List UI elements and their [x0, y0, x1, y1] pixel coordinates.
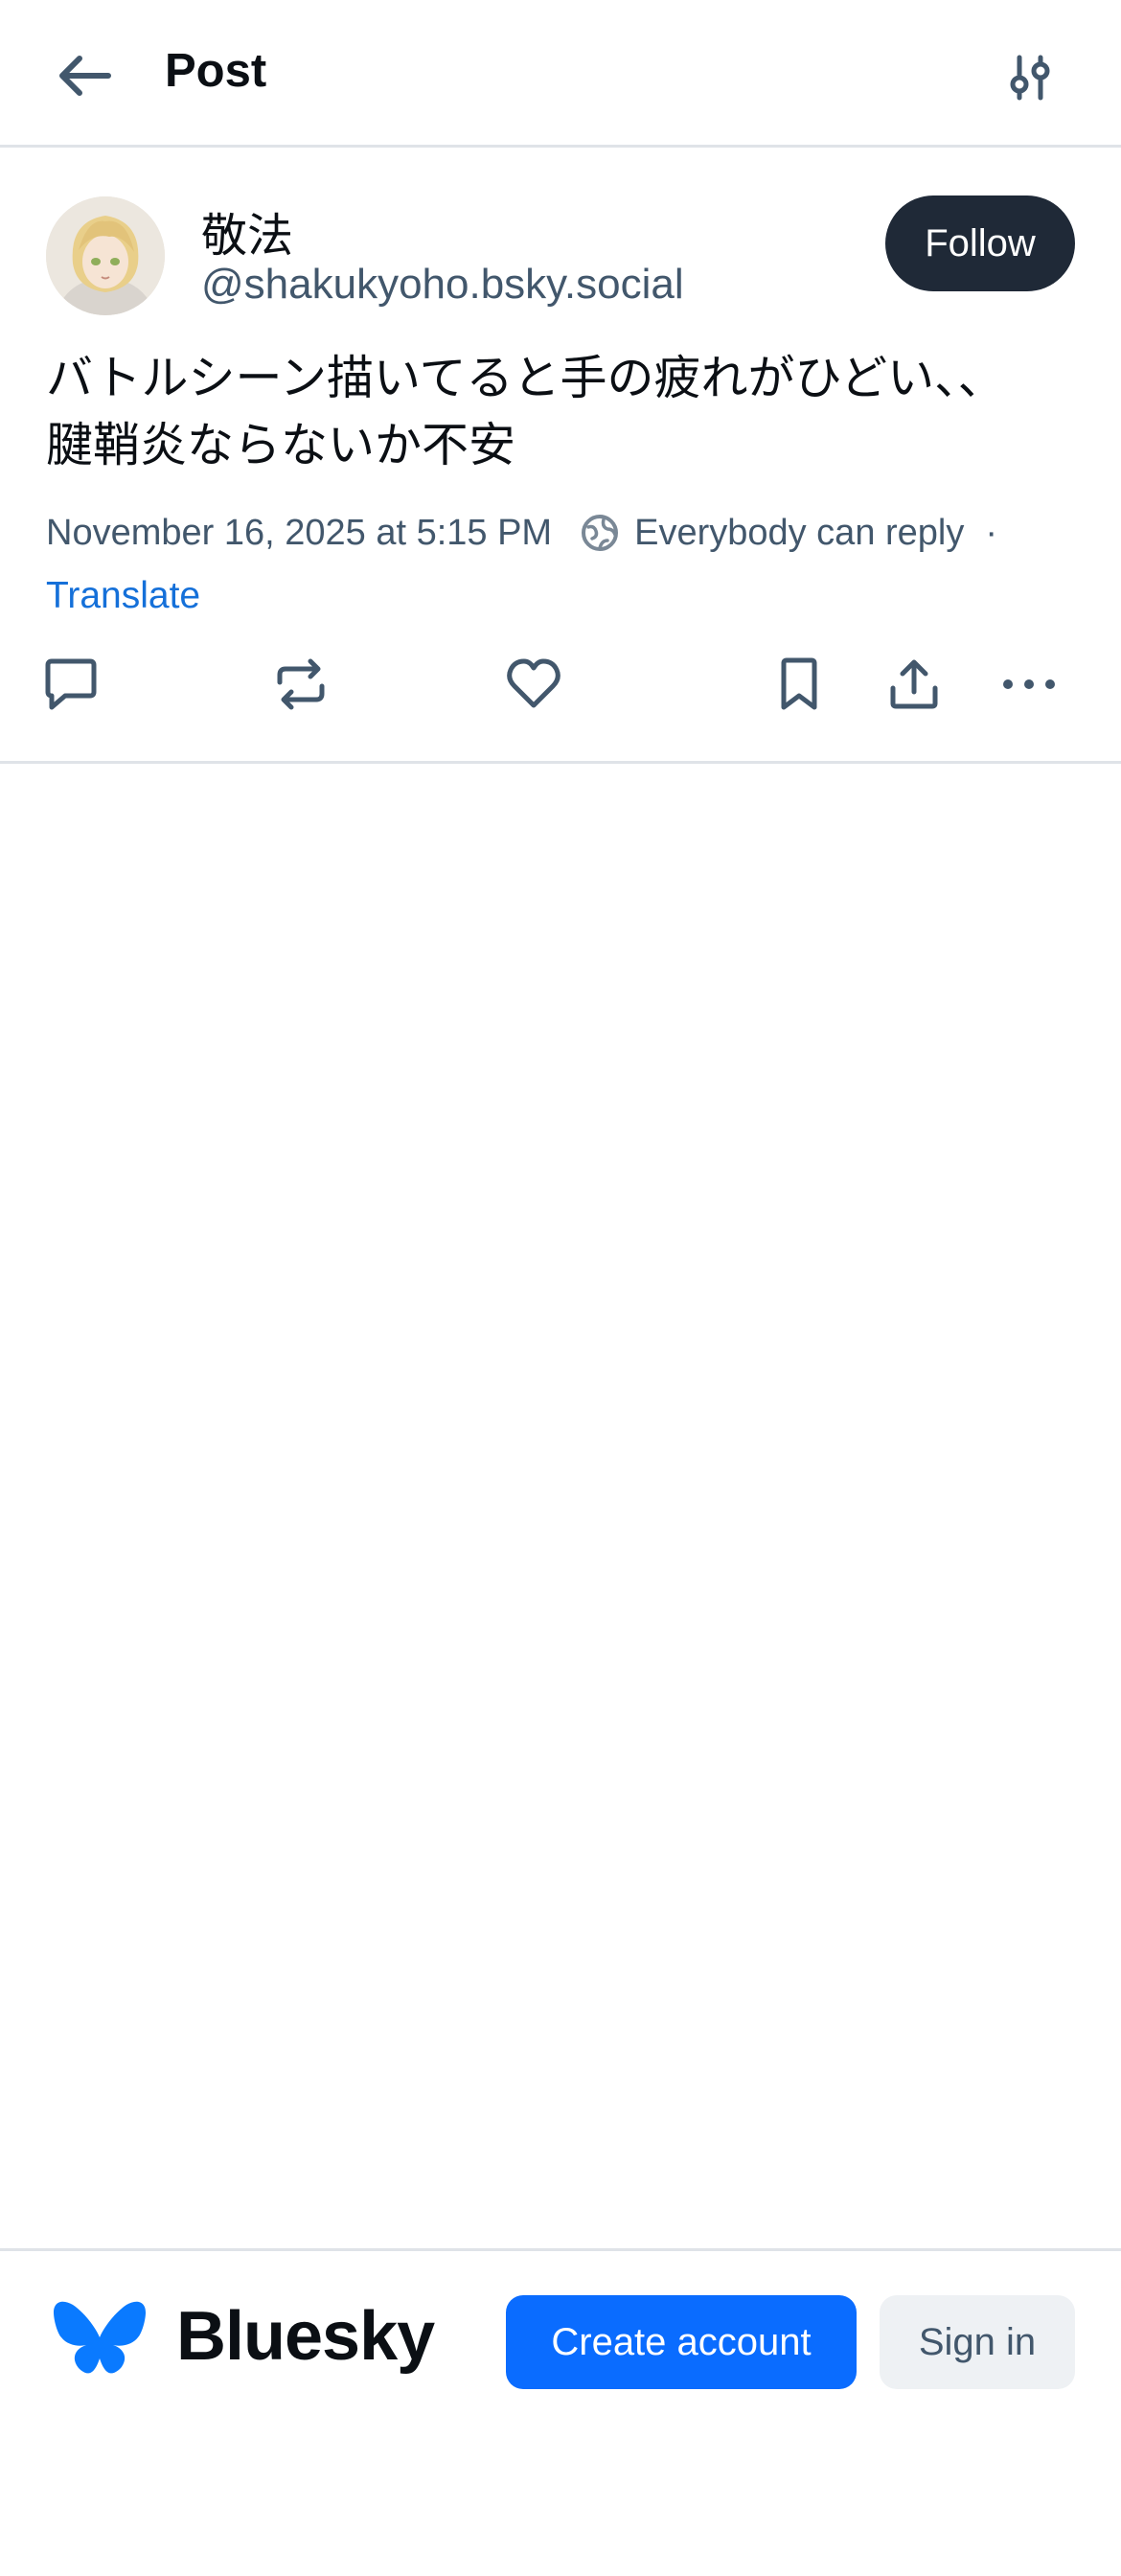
bookmark-icon [781, 657, 817, 710]
top-bar: Post [0, 0, 1121, 148]
post-detail: 敬法 @shakukyoho.bsky.social Follow バトルシーン… [0, 148, 1121, 764]
translate-link[interactable]: Translate [46, 575, 200, 617]
post-timestamp: November 16, 2025 at 5:15 PM [46, 512, 553, 553]
share-icon [890, 659, 938, 709]
create-account-button[interactable]: Create account [506, 2295, 857, 2389]
share-button[interactable] [876, 646, 952, 723]
reply-icon [45, 658, 97, 710]
repost-icon [277, 658, 325, 710]
post-text: バトルシーン描いてると手の疲れがひどい、、 腱鞘炎ならないか不安 [46, 345, 1081, 479]
separator-dot: · [985, 512, 998, 553]
follow-button[interactable]: Follow [885, 196, 1075, 291]
post-text-line: 腱鞘炎ならないか不安 [46, 418, 516, 472]
author-display-name[interactable]: 敬法 [201, 197, 293, 264]
butterfly-logo-icon [54, 2301, 146, 2374]
more-icon [1003, 679, 1055, 689]
logged-out-footer: Bluesky Create account Sign in [0, 2248, 1121, 2576]
avatar[interactable] [46, 196, 165, 315]
arrow-left-icon [59, 56, 111, 96]
post-meta: November 16, 2025 at 5:15 PM Everybody c… [46, 512, 1081, 554]
sign-in-button[interactable]: Sign in [880, 2295, 1075, 2389]
repost-button[interactable] [263, 646, 339, 723]
like-button[interactable] [495, 646, 572, 723]
avatar-illustration [46, 196, 165, 315]
bookmark-button[interactable] [761, 646, 837, 723]
reply-button[interactable] [33, 646, 109, 723]
post-actions [0, 646, 1121, 723]
brand-wordmark: Bluesky [176, 2298, 435, 2375]
heart-icon [507, 658, 560, 708]
thread-settings-button[interactable] [996, 44, 1064, 111]
globe-icon [579, 512, 621, 554]
author-handle[interactable]: @shakukyoho.bsky.social [201, 261, 684, 309]
sliders-icon [1010, 55, 1050, 101]
page-title: Post [165, 45, 267, 97]
reply-setting[interactable]: Everybody can reply [634, 513, 964, 554]
more-options-button[interactable] [991, 646, 1067, 723]
back-button[interactable] [50, 42, 117, 109]
post-text-line: バトルシーン描いてると手の疲れがひどい、、 [46, 351, 1005, 405]
